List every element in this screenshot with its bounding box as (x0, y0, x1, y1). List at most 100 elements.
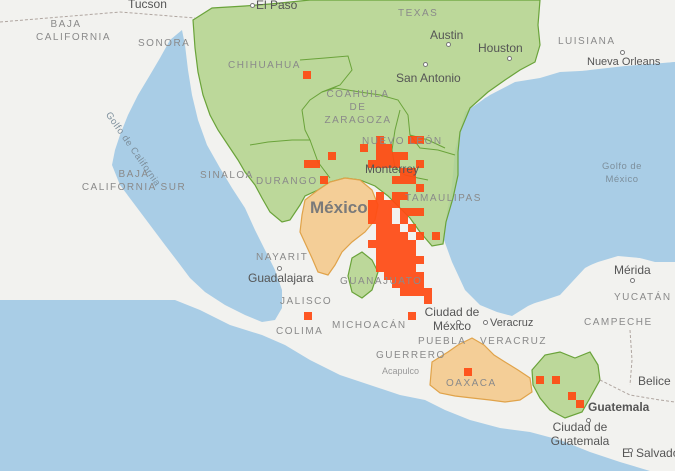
label-colima: COLIMA (276, 326, 324, 337)
label-sonora: SONORA (138, 38, 191, 49)
occurrence-cell[interactable] (392, 240, 400, 248)
occurrence-cell[interactable] (303, 71, 311, 79)
occurrence-cell[interactable] (384, 208, 392, 216)
occurrence-cell[interactable] (368, 240, 376, 248)
occurrence-cell[interactable] (432, 232, 440, 240)
occurrence-cell[interactable] (416, 256, 424, 264)
occurrence-cell[interactable] (424, 296, 432, 304)
map-canvas[interactable]: Tucson El Paso TEXAS Austin Houston San … (0, 0, 675, 471)
label-baja-california: BAJA CALIFORNIA (36, 18, 110, 44)
occurrence-cell[interactable] (392, 232, 400, 240)
occurrence-cell[interactable] (312, 160, 320, 168)
occurrence-cell[interactable] (416, 288, 424, 296)
occurrence-cell[interactable] (408, 224, 416, 232)
map-svg (0, 0, 675, 471)
city-dot-nueva-orleans (620, 50, 625, 55)
occurrence-cell[interactable] (304, 312, 312, 320)
occurrence-cell[interactable] (400, 208, 408, 216)
occurrence-cell[interactable] (392, 200, 400, 208)
occurrence-cell[interactable] (408, 248, 416, 256)
occurrence-cell[interactable] (400, 288, 408, 296)
label-durango: DURANGO (256, 176, 318, 187)
occurrence-cell[interactable] (384, 240, 392, 248)
occurrence-cell[interactable] (408, 288, 416, 296)
occurrence-cell[interactable] (400, 216, 408, 224)
occurrence-cell[interactable] (416, 184, 424, 192)
occurrence-cell[interactable] (392, 152, 400, 160)
occurrence-cell[interactable] (400, 256, 408, 264)
occurrence-cell[interactable] (384, 200, 392, 208)
occurrence-cell[interactable] (368, 216, 376, 224)
occurrence-cell[interactable] (384, 152, 392, 160)
label-houston: Houston (478, 41, 523, 55)
label-veracruz-state: VERACRUZ (480, 336, 548, 347)
occurrence-cell[interactable] (408, 256, 416, 264)
occurrence-cell[interactable] (408, 208, 416, 216)
label-guerrero: GUERRERO (376, 350, 446, 361)
occurrence-cell[interactable] (408, 312, 416, 320)
label-nuevo-leon: NUEVO LEÓN (362, 136, 443, 147)
label-monterrey: Monterrey (365, 162, 420, 176)
label-ciudad-mexico: Ciudad de México (424, 305, 480, 333)
occurrence-cell[interactable] (368, 200, 376, 208)
occurrence-cell[interactable] (408, 240, 416, 248)
occurrence-cell[interactable] (384, 216, 392, 224)
occurrence-cell[interactable] (552, 376, 560, 384)
label-baja-california-sur: BAJA CALIFORNIA SUR (81, 169, 187, 193)
occurrence-cell[interactable] (392, 264, 400, 272)
occurrence-cell[interactable] (384, 264, 392, 272)
occurrence-cell[interactable] (376, 256, 384, 264)
occurrence-cell[interactable] (408, 176, 416, 184)
label-nueva-orleans: Nueva Orleans (587, 56, 661, 68)
occurrence-cell[interactable] (392, 256, 400, 264)
city-dot-houston (507, 56, 512, 61)
label-tucson: Tucson (128, 0, 167, 11)
occurrence-cell[interactable] (424, 288, 432, 296)
occurrence-cell[interactable] (464, 368, 472, 376)
occurrence-cell[interactable] (376, 208, 384, 216)
occurrence-cell[interactable] (376, 232, 384, 240)
occurrence-cell[interactable] (384, 256, 392, 264)
occurrence-cell[interactable] (392, 192, 400, 200)
occurrence-cell[interactable] (376, 216, 384, 224)
occurrence-cell[interactable] (416, 232, 424, 240)
label-nayarit: NAYARIT (256, 252, 309, 263)
label-oaxaca: OAXACA (446, 378, 497, 389)
label-ciudad-guatemala: Ciudad de Guatemala (550, 420, 610, 448)
occurrence-cell[interactable] (392, 176, 400, 184)
occurrence-cell[interactable] (376, 200, 384, 208)
occurrence-cell[interactable] (376, 248, 384, 256)
occurrence-cell[interactable] (400, 176, 408, 184)
label-guatemala: Guatemala (588, 400, 650, 414)
occurrence-cell[interactable] (320, 176, 328, 184)
occurrence-cell[interactable] (376, 192, 384, 200)
occurrence-cell[interactable] (408, 264, 416, 272)
occurrence-cell[interactable] (384, 232, 392, 240)
label-campeche: CAMPECHE (584, 317, 653, 328)
label-guadalajara: Guadalajara (248, 271, 314, 285)
occurrence-cell[interactable] (536, 376, 544, 384)
occurrence-cell[interactable] (384, 248, 392, 256)
occurrence-cell[interactable] (376, 240, 384, 248)
occurrence-cell[interactable] (376, 224, 384, 232)
occurrence-cell[interactable] (568, 392, 576, 400)
occurrence-cell[interactable] (400, 264, 408, 272)
occurrence-cell[interactable] (400, 152, 408, 160)
occurrence-cell[interactable] (368, 208, 376, 216)
occurrence-cell[interactable] (392, 224, 400, 232)
occurrence-cell[interactable] (416, 208, 424, 216)
occurrence-cell[interactable] (304, 160, 312, 168)
label-veracruz-city: Veracruz (490, 317, 534, 329)
occurrence-cell[interactable] (400, 240, 408, 248)
city-dot-san-antonio (423, 62, 428, 67)
city-dot-austin (446, 42, 451, 47)
occurrence-cell[interactable] (400, 232, 408, 240)
occurrence-cell[interactable] (376, 152, 384, 160)
occurrence-cell[interactable] (384, 224, 392, 232)
occurrence-cell[interactable] (392, 248, 400, 256)
occurrence-cell[interactable] (328, 152, 336, 160)
occurrence-cell[interactable] (400, 248, 408, 256)
label-jalisco: JALISCO (280, 296, 333, 307)
occurrence-cell[interactable] (376, 264, 384, 272)
occurrence-cell[interactable] (576, 400, 584, 408)
